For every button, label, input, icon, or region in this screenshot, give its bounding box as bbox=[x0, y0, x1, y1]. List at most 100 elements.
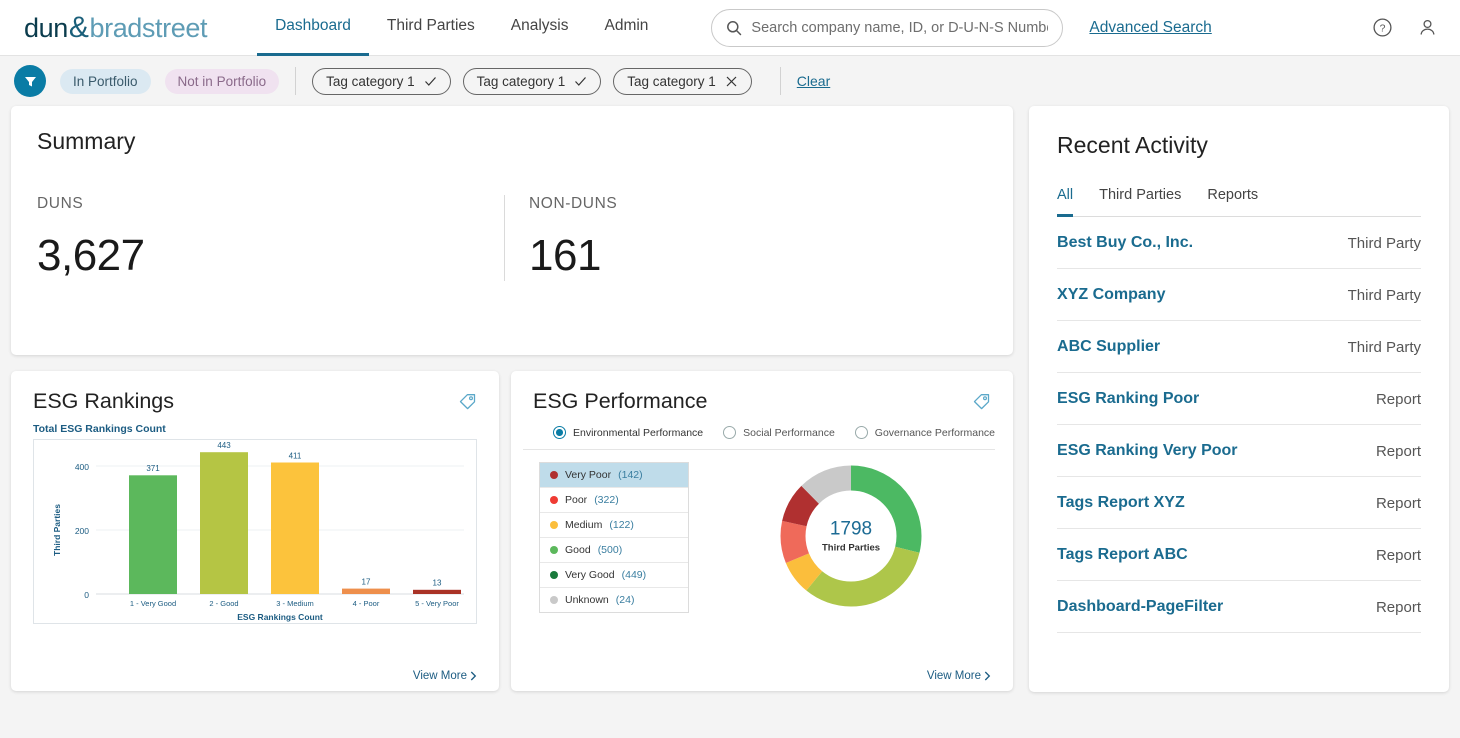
activity-row[interactable]: ABC Supplier Third Party bbox=[1057, 321, 1421, 373]
logo-text-dun: dun bbox=[24, 13, 68, 44]
advanced-search-link[interactable]: Advanced Search bbox=[1089, 19, 1211, 37]
search-box[interactable] bbox=[711, 9, 1063, 47]
legend-count-poor: (322) bbox=[594, 494, 619, 506]
logo-text-bradstreet: bradstreet bbox=[89, 13, 207, 44]
summary-title: Summary bbox=[11, 128, 1013, 155]
tag-chip-1-label: Tag category 1 bbox=[326, 74, 415, 89]
activity-row[interactable]: XYZ Company Third Party bbox=[1057, 269, 1421, 321]
donut-legend: Very Poor (142) Poor (322) Medium (122) bbox=[539, 462, 689, 613]
legend-label-unknown: Unknown bbox=[565, 594, 609, 606]
tab-all[interactable]: All bbox=[1057, 187, 1073, 217]
chevron-right-icon bbox=[984, 671, 991, 681]
svg-text:5 - Very Poor: 5 - Very Poor bbox=[415, 599, 459, 608]
activity-row[interactable]: Best Buy Co., Inc. Third Party bbox=[1057, 217, 1421, 269]
header-icon-group: ? bbox=[1372, 17, 1438, 38]
radio-governance-performance[interactable]: Governance Performance bbox=[855, 426, 995, 439]
legend-item-very-good[interactable]: Very Good (449) bbox=[540, 563, 688, 588]
pill-not-in-portfolio[interactable]: Not in Portfolio bbox=[165, 69, 280, 94]
legend-item-very-poor[interactable]: Very Poor (142) bbox=[540, 463, 688, 488]
activity-name[interactable]: Tags Report XYZ bbox=[1057, 494, 1185, 512]
tag-chip-3-label: Tag category 1 bbox=[627, 74, 716, 89]
activity-row[interactable]: ESG Ranking Poor Report bbox=[1057, 373, 1421, 425]
donut-chart-svg bbox=[775, 460, 927, 612]
radio-circle-icon bbox=[553, 426, 566, 439]
nav-item-admin[interactable]: Admin bbox=[586, 0, 666, 56]
legend-item-good[interactable]: Good (500) bbox=[540, 538, 688, 563]
activity-name[interactable]: Best Buy Co., Inc. bbox=[1057, 234, 1193, 252]
lower-card-row: ESG Rankings Total ESG Rankings Count bbox=[11, 371, 1013, 691]
svg-text:411: 411 bbox=[289, 452, 302, 461]
close-icon[interactable] bbox=[725, 75, 738, 88]
activity-row[interactable]: Dashboard-PageFilter Report bbox=[1057, 581, 1421, 633]
svg-text:200: 200 bbox=[75, 526, 89, 536]
legend-count-unknown: (24) bbox=[616, 594, 635, 606]
legend-dot-poor bbox=[550, 496, 558, 504]
legend-item-medium[interactable]: Medium (122) bbox=[540, 513, 688, 538]
radio-circle-icon bbox=[855, 426, 868, 439]
tag-chip-2-label: Tag category 1 bbox=[477, 74, 566, 89]
activity-name[interactable]: Tags Report ABC bbox=[1057, 546, 1188, 564]
legend-label-poor: Poor bbox=[565, 494, 587, 506]
esg-rankings-title: ESG Rankings bbox=[33, 389, 174, 414]
search-input[interactable] bbox=[751, 20, 1048, 36]
esg-performance-view-more[interactable]: View More bbox=[927, 670, 991, 682]
right-column: Recent Activity All Third Parties Report… bbox=[1029, 106, 1449, 692]
funnel-icon[interactable] bbox=[14, 65, 46, 97]
pill-in-portfolio[interactable]: In Portfolio bbox=[60, 69, 151, 94]
activity-name[interactable]: ABC Supplier bbox=[1057, 338, 1160, 356]
user-icon[interactable] bbox=[1417, 17, 1438, 38]
tag-chip-1[interactable]: Tag category 1 bbox=[312, 68, 451, 95]
stat-duns-label: DUNS bbox=[37, 195, 478, 213]
activity-row[interactable]: ESG Ranking Very Poor Report bbox=[1057, 425, 1421, 477]
donut-chart-wrap: 1798 Third Parties bbox=[689, 458, 1013, 613]
recent-activity-title: Recent Activity bbox=[1057, 132, 1421, 159]
legend-count-very-poor: (142) bbox=[618, 469, 643, 481]
clear-filters-button[interactable]: Clear bbox=[797, 73, 830, 89]
svg-text:400: 400 bbox=[75, 462, 89, 472]
activity-name[interactable]: ESG Ranking Poor bbox=[1057, 390, 1199, 408]
nav-item-third-parties[interactable]: Third Parties bbox=[369, 0, 493, 56]
svg-text:0: 0 bbox=[84, 590, 89, 600]
activity-row[interactable]: Tags Report ABC Report bbox=[1057, 529, 1421, 581]
svg-text:443: 443 bbox=[217, 441, 231, 450]
esg-performance-card: ESG Performance Environmental Performanc… bbox=[511, 371, 1013, 691]
legend-item-poor[interactable]: Poor (322) bbox=[540, 488, 688, 513]
radio-social-performance[interactable]: Social Performance bbox=[723, 426, 835, 439]
radio-environmental-performance[interactable]: Environmental Performance bbox=[553, 426, 703, 439]
legend-dot-medium bbox=[550, 521, 558, 529]
svg-text:17: 17 bbox=[362, 578, 371, 587]
activity-type: Third Party bbox=[1348, 287, 1421, 304]
svg-text:ESG Rankings Count: ESG Rankings Count bbox=[237, 612, 323, 622]
brand-logo[interactable]: dun & bradstreet bbox=[24, 11, 207, 45]
activity-row[interactable]: Tags Report XYZ Report bbox=[1057, 477, 1421, 529]
tab-reports[interactable]: Reports bbox=[1207, 187, 1258, 217]
dashboard-content: Summary DUNS 3,627 NON-DUNS 161 ESG Rank… bbox=[0, 106, 1460, 692]
esg-performance-view-more-label: View More bbox=[927, 670, 981, 682]
esg-rankings-view-more[interactable]: View More bbox=[413, 670, 477, 682]
activity-type: Report bbox=[1376, 443, 1421, 460]
activity-name[interactable]: ESG Ranking Very Poor bbox=[1057, 442, 1238, 460]
app-header: dun & bradstreet Dashboard Third Parties… bbox=[0, 0, 1460, 56]
activity-name[interactable]: XYZ Company bbox=[1057, 286, 1165, 304]
activity-name[interactable]: Dashboard-PageFilter bbox=[1057, 598, 1223, 616]
check-icon bbox=[574, 75, 587, 88]
tag-chip-3[interactable]: Tag category 1 bbox=[613, 68, 752, 95]
activity-type: Third Party bbox=[1348, 235, 1421, 252]
recent-activity-tabs: All Third Parties Reports bbox=[1057, 187, 1421, 217]
legend-label-good: Good bbox=[565, 544, 591, 556]
activity-type: Report bbox=[1376, 391, 1421, 408]
tag-icon[interactable] bbox=[458, 392, 477, 411]
help-circle-icon[interactable]: ? bbox=[1372, 17, 1393, 38]
chevron-right-icon bbox=[470, 671, 477, 681]
nav-item-analysis[interactable]: Analysis bbox=[493, 0, 587, 56]
esg-performance-header: ESG Performance bbox=[511, 371, 1013, 414]
legend-label-very-poor: Very Poor bbox=[565, 469, 611, 481]
performance-body: Very Poor (142) Poor (322) Medium (122) bbox=[511, 450, 1013, 613]
tag-icon[interactable] bbox=[972, 392, 991, 411]
esg-rankings-view-more-label: View More bbox=[413, 670, 467, 682]
tab-third-parties[interactable]: Third Parties bbox=[1099, 187, 1181, 217]
nav-item-dashboard[interactable]: Dashboard bbox=[257, 0, 369, 56]
tag-chip-2[interactable]: Tag category 1 bbox=[463, 68, 602, 95]
radio-environmental-label: Environmental Performance bbox=[573, 427, 703, 439]
legend-item-unknown[interactable]: Unknown (24) bbox=[540, 588, 688, 612]
